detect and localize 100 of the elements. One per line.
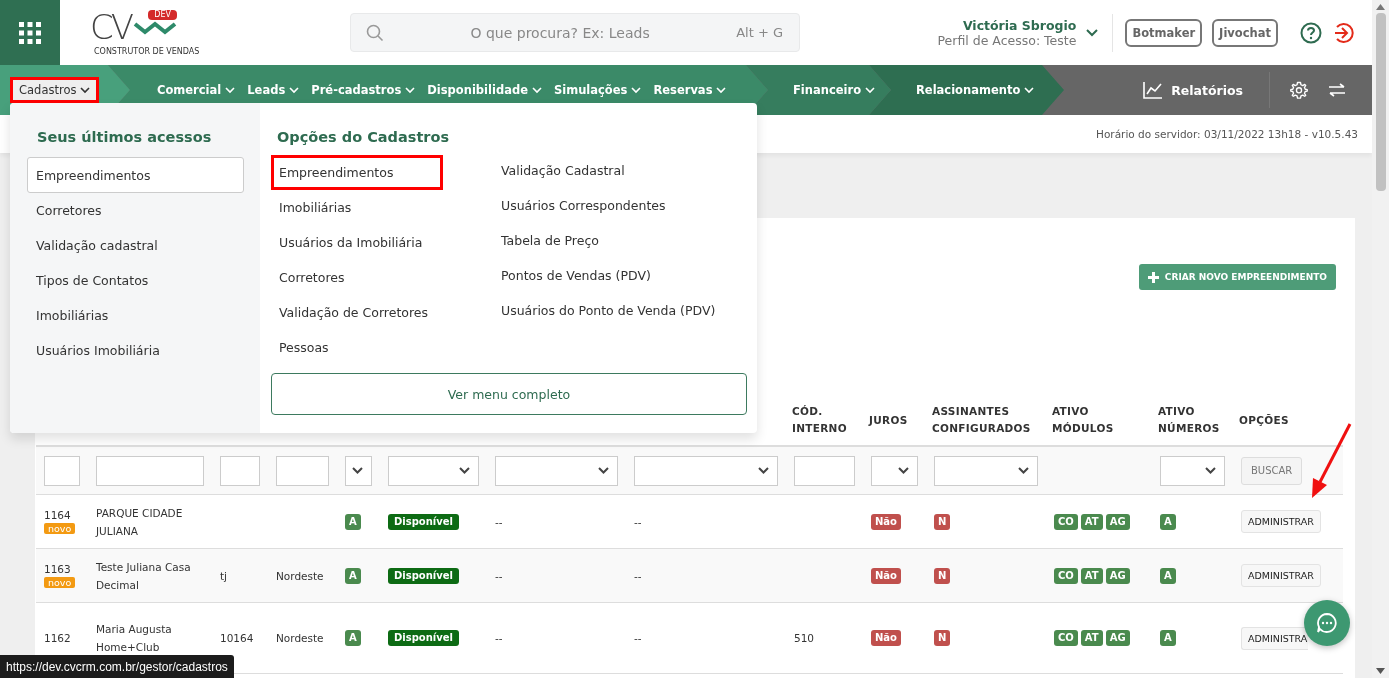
nav-menu-item[interactable]: Disponibilidade (422, 79, 547, 101)
help-icon[interactable] (1300, 21, 1322, 44)
filter-input[interactable] (96, 455, 204, 486)
chevron-down-icon (1205, 467, 1216, 474)
menu-item[interactable]: Tabela de Preço (493, 223, 607, 258)
logo: CV DEV CONSTRUTOR DE VENDAS (90, 9, 200, 56)
nav-menu-item[interactable]: Cadastros (10, 77, 100, 103)
menu-item[interactable]: Corretores (271, 260, 353, 295)
search-button[interactable]: BUSCAR (1241, 456, 1303, 485)
numbers-badge: A (1160, 567, 1176, 584)
nav-menu-item[interactable]: Comercial (152, 79, 241, 101)
table-cell: -- (495, 569, 503, 582)
menu-item[interactable]: Usuários Correspondentes (493, 188, 674, 223)
user-menu[interactable]: Victória Sbrogio Perfil de Acesso: Teste (937, 17, 1099, 48)
menu-item[interactable]: Imobiliárias (271, 190, 360, 225)
scrollbar-thumb[interactable] (1375, 13, 1386, 191)
filter-input[interactable] (794, 455, 855, 486)
manage-button[interactable]: ADMINISTRAR (1241, 564, 1321, 587)
manage-button[interactable]: ADMINISTRA (1241, 626, 1309, 650)
chevron-down-icon (716, 86, 727, 94)
id-text: 1164 (44, 509, 71, 521)
menu-item[interactable]: Usuários do Ponto de Venda (PDV) (493, 293, 724, 328)
plus-icon (1147, 271, 1159, 283)
chevron-down-icon (631, 86, 642, 94)
interest-badge: Não (871, 567, 901, 584)
menu-item[interactable]: Pontos de Vendas (PDV) (493, 258, 659, 293)
nav-menu-item[interactable]: Simulações (548, 79, 647, 101)
recent-item[interactable]: Corretores (27, 193, 244, 228)
menu-heading: Opções do Cadastros (277, 129, 451, 145)
chevron-down-icon (352, 467, 363, 474)
recent-item[interactable]: Imobiliárias (27, 298, 244, 333)
column-header: CÓD. INTERNO (792, 404, 848, 436)
numbers-badge: A (1160, 513, 1176, 530)
swap-icon[interactable] (1328, 83, 1346, 97)
menu-item[interactable]: Validação Cadastral (493, 153, 633, 188)
scroll-up-icon[interactable] (1376, 4, 1385, 10)
interest-badge: Não (871, 513, 901, 530)
signers-badge: N (934, 567, 951, 584)
recent-item[interactable]: Validação cadastral (27, 228, 244, 263)
settings-icon[interactable] (1290, 81, 1308, 99)
table-cell: Nordeste (276, 569, 324, 582)
active-badge: A (345, 567, 361, 584)
table-cell: tj (220, 569, 228, 582)
chat-service-button[interactable]: Jivochat (1212, 18, 1278, 47)
module-badge: CO (1054, 567, 1078, 584)
nav-menu-item[interactable]: Financeiro (788, 79, 881, 101)
nav-menu-item[interactable]: Reservas (648, 79, 732, 101)
chevron-down-icon (758, 467, 769, 474)
link-status-bar: https://dev.cvcrm.com.br/gestor/cadastros (0, 655, 234, 678)
filter-input[interactable] (220, 455, 260, 486)
grid-icon (19, 21, 41, 44)
module-badge: AT (1080, 513, 1103, 530)
table-cell: -- (634, 569, 642, 582)
id-text: 1163 (44, 563, 71, 575)
nav-menu-item[interactable]: Pré-cadastros (306, 79, 421, 101)
status-badge: Disponível (388, 630, 459, 646)
table-cell: 510 (794, 632, 815, 644)
project-name: Maria Augusta Home+Club (96, 622, 173, 655)
menu-item[interactable]: Validação de Corretores (271, 295, 436, 330)
table-cell: Nordeste (276, 632, 324, 644)
module-badge: AT (1080, 630, 1103, 646)
recent-item[interactable]: Tipos de Contatos (27, 263, 244, 298)
table-cell: -- (495, 632, 503, 644)
recent-item[interactable]: Usuários Imobiliária (27, 333, 244, 368)
search-icon (366, 23, 384, 42)
scroll-down-icon[interactable] (1376, 668, 1385, 674)
filter-dropdown[interactable] (345, 455, 372, 486)
chat-service-button[interactable]: Botmaker (1125, 18, 1203, 47)
shortcut-hint: Alt + G (736, 25, 783, 40)
project-name: Teste Juliana Casa Decimal (96, 559, 192, 593)
module-badge: CO (1054, 513, 1078, 530)
chevron-down-icon (225, 86, 236, 94)
chevron-down-icon (405, 86, 416, 94)
menu-item[interactable]: Pessoas (271, 330, 337, 365)
user-name: Victória Sbrogio (962, 17, 1077, 33)
chat-bubble-icon (1316, 612, 1338, 634)
search-input[interactable]: O que procura? Ex: Leads (394, 23, 727, 42)
chevron-down-icon (459, 467, 470, 474)
signers-badge: N (934, 630, 951, 646)
status-badge: Disponível (388, 513, 459, 530)
table-cell: 10164 (220, 632, 254, 644)
project-name: PARQUE CIDADE JULIANA (96, 505, 184, 539)
chevron-down-icon (80, 86, 91, 94)
table-cell: -- (634, 632, 642, 644)
apps-menu-button[interactable] (0, 0, 60, 65)
recent-item[interactable]: Empreendimentos (27, 157, 244, 193)
nav-menu-item[interactable]: Relacionamento (911, 79, 1040, 101)
full-menu-button[interactable]: Ver menu completo (271, 373, 747, 415)
nav-menu-item[interactable]: Leads (242, 79, 305, 101)
filter-input[interactable] (276, 455, 329, 486)
column-header: OPÇÕES (1239, 412, 1289, 428)
new-badge: novo (44, 523, 76, 534)
logout-icon[interactable] (1332, 21, 1354, 44)
manage-button[interactable]: ADMINISTRAR (1241, 510, 1321, 533)
filter-input[interactable] (44, 455, 80, 486)
menu-item[interactable]: Empreendimentos (271, 155, 443, 190)
numbers-badge: A (1160, 630, 1176, 646)
active-badge: A (345, 630, 361, 646)
reports-link[interactable]: Relatórios (1137, 80, 1249, 100)
menu-item[interactable]: Usuários da Imobiliária (271, 225, 431, 260)
